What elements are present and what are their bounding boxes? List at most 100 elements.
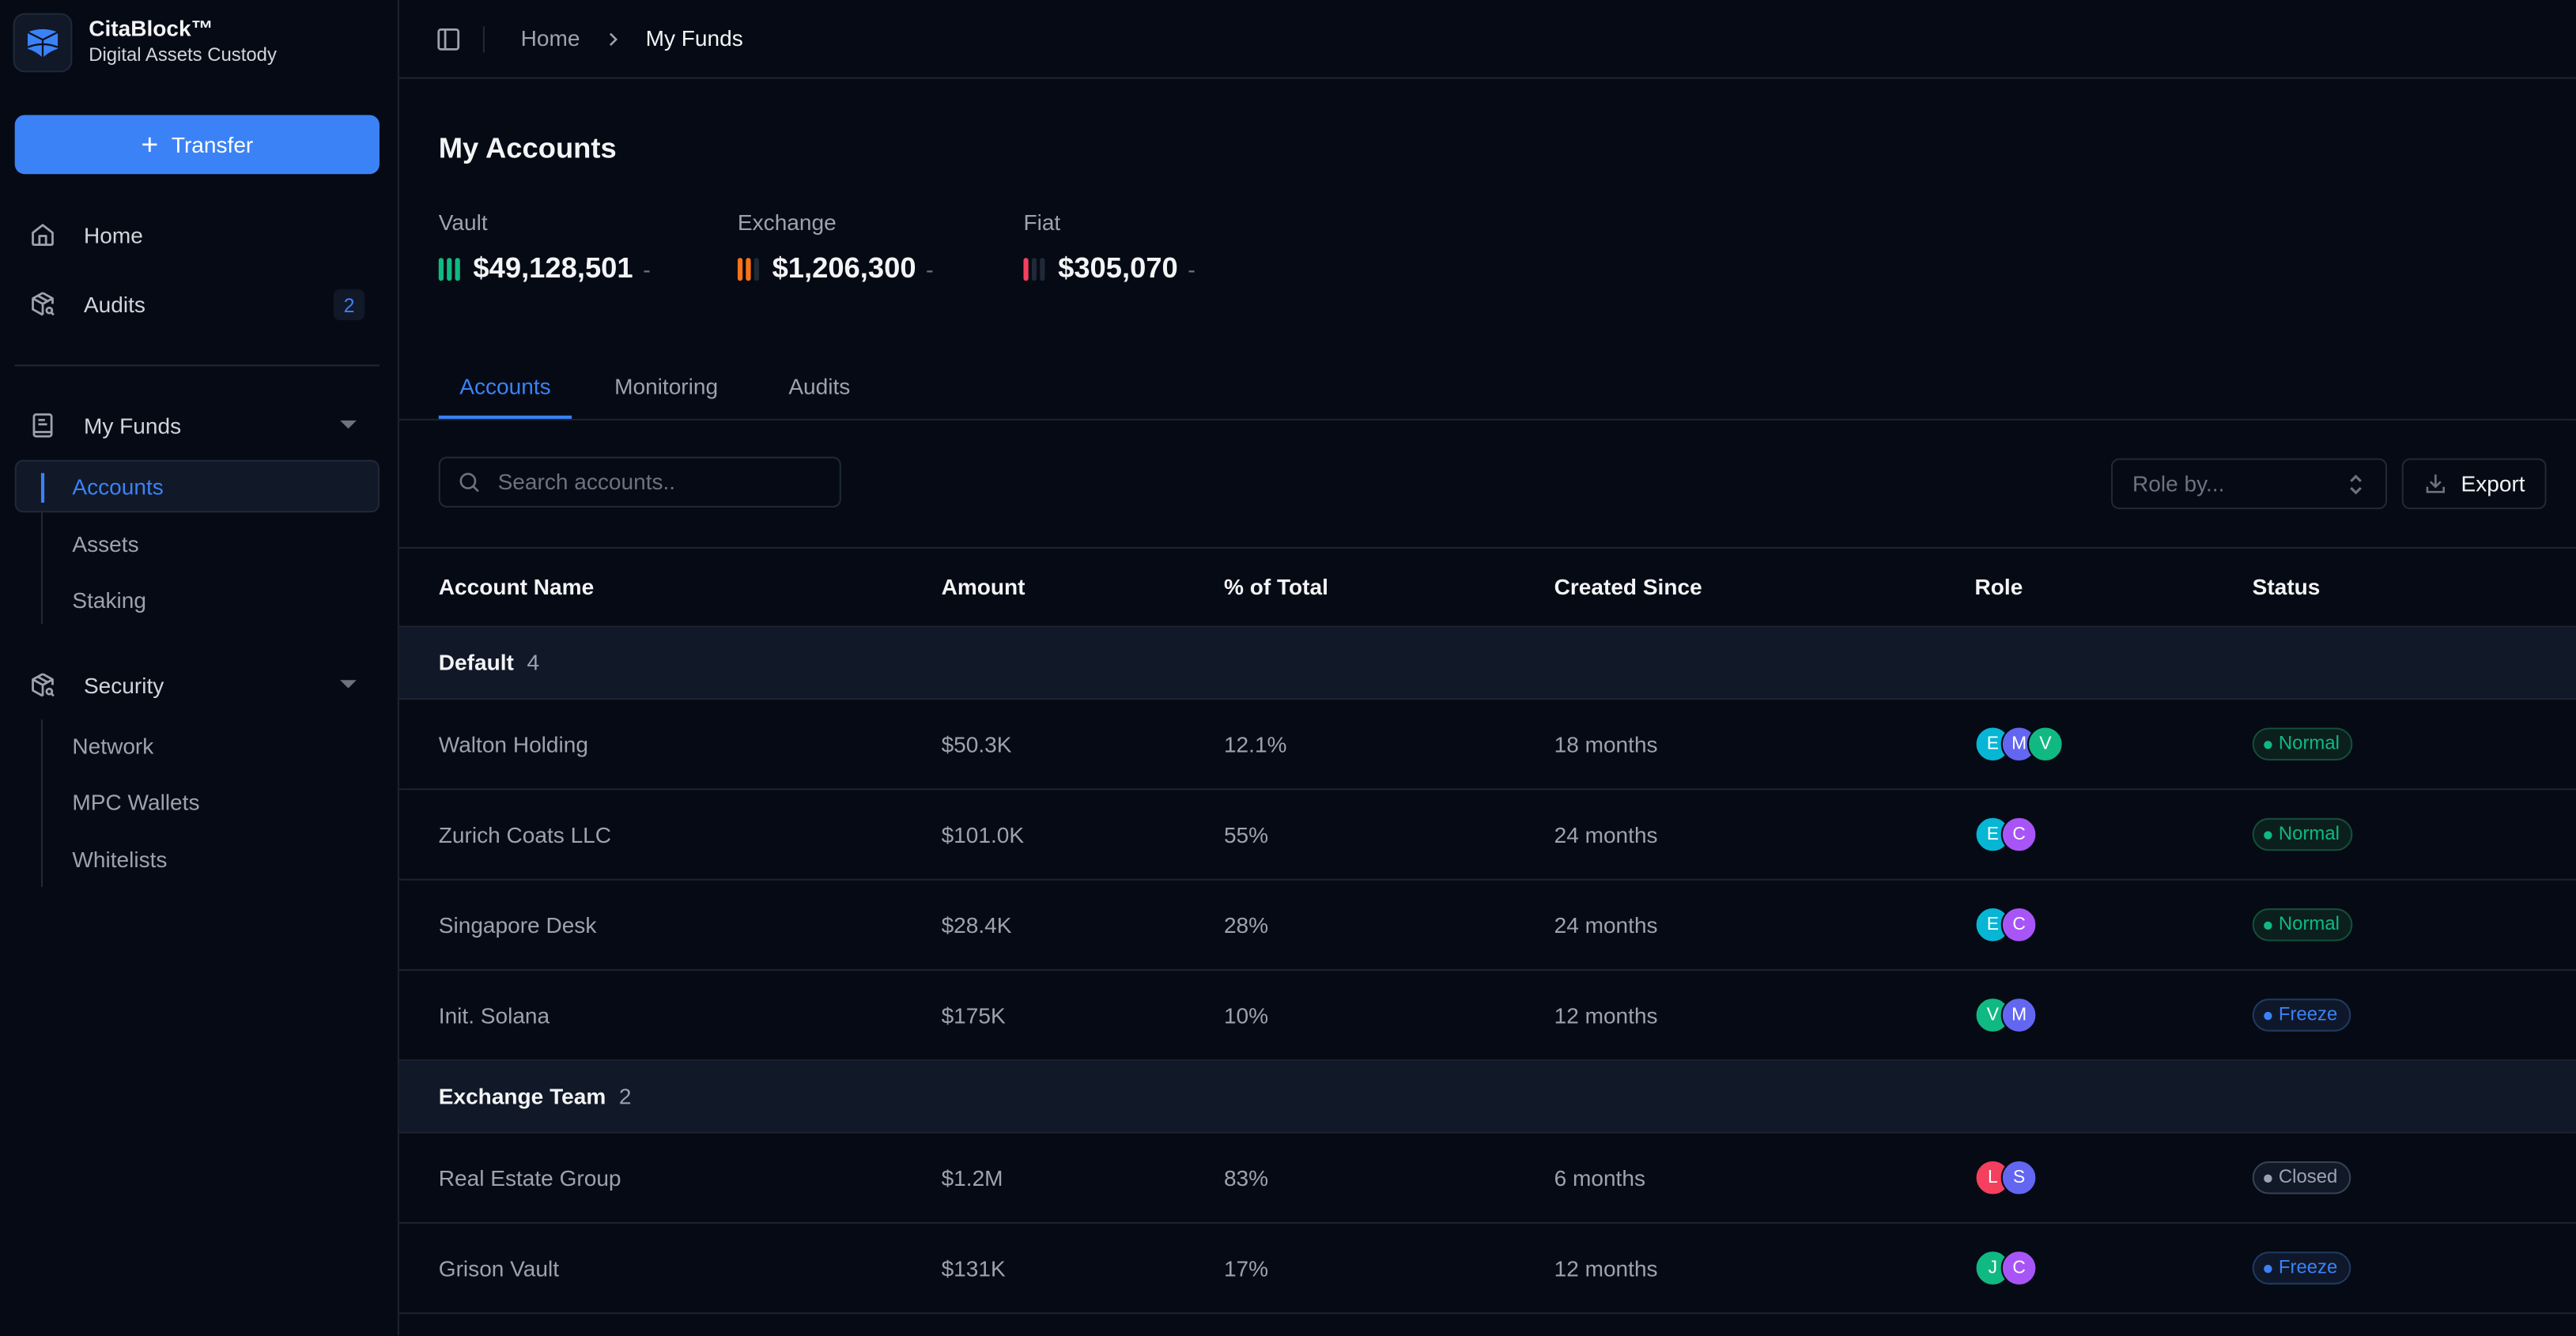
role-avatars: EC <box>1974 906 2038 943</box>
home-icon <box>28 220 57 249</box>
account-name[interactable]: Singapore Desk <box>439 881 597 969</box>
sidebar-item-network[interactable]: Network <box>15 719 380 772</box>
sidebar-group-my-funds[interactable]: My Funds <box>15 399 380 451</box>
breadcrumb-current: My Funds <box>645 26 743 51</box>
plus-icon: + <box>141 128 159 161</box>
accounts-table: Account Name Amount % of Total Created S… <box>398 546 2576 1315</box>
tab-accounts[interactable]: Accounts <box>438 358 572 419</box>
status-label: Freeze <box>2278 1258 2338 1278</box>
group-name: Default <box>438 650 514 675</box>
table-row[interactable]: Zurich Coats LLC $101.0K 55% 24 months E… <box>398 790 2576 881</box>
column-header-percent[interactable]: % of Total <box>1224 549 1328 626</box>
status-dot-icon <box>2264 830 2272 839</box>
chevron-down-icon[interactable] <box>340 680 357 689</box>
main-content: Home My Funds My Accounts Vault $49,128,… <box>398 0 2576 1335</box>
table-row[interactable]: Real Estate Group $1.2M 83% 6 months LS … <box>398 1134 2576 1224</box>
avatar: C <box>2000 906 2038 943</box>
status-dot-icon <box>2264 920 2272 929</box>
column-header-created[interactable]: Created Since <box>1554 549 1702 626</box>
account-name[interactable]: Init. Solana <box>439 971 550 1059</box>
level-bar <box>1040 257 1045 281</box>
column-header-amount[interactable]: Amount <box>942 549 1025 626</box>
created-since: 24 months <box>1554 821 1658 847</box>
group-row[interactable]: Default 4 <box>398 627 2576 700</box>
status-badge: Normal <box>2252 727 2353 761</box>
sidebar-item-whitelists[interactable]: Whitelists <box>15 832 380 885</box>
sidebar-item-home[interactable]: Home <box>15 209 380 261</box>
status-label: Closed <box>2278 1168 2338 1188</box>
group-count: 4 <box>527 650 540 675</box>
percent-of-total: 28% <box>1223 912 1269 938</box>
sidebar-item-label: Staking <box>72 587 146 612</box>
transfer-button[interactable]: + Transfer <box>14 115 380 175</box>
sidebar-toggle-icon[interactable] <box>436 25 462 51</box>
amount: $101.0K <box>941 821 1025 847</box>
group-row[interactable]: Exchange Team 2 <box>398 1061 2576 1134</box>
account-name[interactable]: Real Estate Group <box>439 1134 621 1222</box>
sidebar-divider <box>14 364 380 367</box>
status-dot-icon <box>2264 1010 2272 1020</box>
sidebar-item-accounts[interactable]: Accounts <box>14 459 380 513</box>
percent-of-total: 83% <box>1223 1165 1269 1191</box>
table-row[interactable]: Init. Solana $175K 10% 12 months VM Free… <box>398 971 2576 1062</box>
status-label: Normal <box>2278 915 2340 935</box>
sidebar-item-audits[interactable]: Audits 2 <box>15 277 380 330</box>
breadcrumb-home[interactable]: Home <box>521 26 580 51</box>
status-badge: Normal <box>2252 908 2353 942</box>
role-filter-select[interactable]: Role by... <box>2110 458 2388 510</box>
level-bar <box>746 257 751 281</box>
percent-of-total: 17% <box>1223 1255 1269 1281</box>
column-header-role[interactable]: Role <box>1975 549 2023 626</box>
toolbar-divider <box>482 25 485 52</box>
group-count: 2 <box>618 1084 632 1109</box>
amount: $50.3K <box>941 731 1012 757</box>
amount: $131K <box>941 1255 1006 1281</box>
status-label: Freeze <box>2278 1005 2338 1025</box>
search-field[interactable] <box>438 456 841 508</box>
sidebar-group-label: Security <box>83 672 164 698</box>
created-since: 6 months <box>1554 1165 1645 1191</box>
status-label: Normal <box>2278 734 2340 754</box>
sidebar-item-label: Network <box>72 733 154 758</box>
sidebar-group-security[interactable]: Security <box>15 659 380 711</box>
stat-trend: - <box>1188 255 1195 282</box>
created-since: 12 months <box>1554 1002 1658 1028</box>
export-button[interactable]: Export <box>2401 458 2547 510</box>
role-avatars: VM <box>1974 997 2038 1033</box>
percent-of-total: 12.1% <box>1223 731 1287 757</box>
chevron-down-icon[interactable] <box>340 420 357 429</box>
chevron-right-icon <box>603 28 623 48</box>
stat-label: Exchange <box>737 209 837 236</box>
status-badge: Closed <box>2252 1161 2351 1194</box>
stat-value: $1,206,300 <box>772 251 916 285</box>
level-bar <box>447 257 452 281</box>
tab-monitoring[interactable]: Monitoring <box>614 358 718 419</box>
active-indicator <box>40 473 44 503</box>
account-name[interactable]: Grison Vault <box>439 1224 559 1312</box>
top-bar: Home My Funds <box>398 0 2576 79</box>
group-name: Exchange Team <box>438 1084 606 1109</box>
avatar: C <box>2000 1250 2038 1286</box>
sidebar-item-label: MPC Wallets <box>72 789 200 814</box>
column-header-status[interactable]: Status <box>2253 549 2321 626</box>
stat-fiat: Fiat $305,070 - <box>1023 210 1195 286</box>
sidebar-item-assets[interactable]: Assets <box>15 518 380 570</box>
status-dot-icon <box>2264 1173 2272 1182</box>
sidebar-item-mpc-wallets[interactable]: MPC Wallets <box>15 776 380 828</box>
account-name[interactable]: Zurich Coats LLC <box>439 790 611 878</box>
account-name[interactable]: Walton Holding <box>439 700 588 788</box>
table-row[interactable]: Singapore Desk $28.4K 28% 24 months EC N… <box>398 881 2576 971</box>
avatar: C <box>2000 816 2038 853</box>
role-avatars: EC <box>1974 816 2038 853</box>
sidebar-item-label: Accounts <box>72 474 164 499</box>
tab-audits[interactable]: Audits <box>788 358 850 419</box>
sidebar-item-staking[interactable]: Staking <box>15 573 380 625</box>
column-header-account-name[interactable]: Account Name <box>439 549 594 626</box>
role-filter-placeholder: Role by... <box>2132 471 2225 496</box>
stat-value: $305,070 <box>1058 251 1178 285</box>
table-row[interactable]: Grison Vault $131K 17% 12 months JC Free… <box>398 1224 2576 1315</box>
stat-vault: Vault $49,128,501 - <box>438 210 651 286</box>
logo-icon <box>13 13 73 73</box>
table-row[interactable]: Walton Holding $50.3K 12.1% 18 months EM… <box>398 700 2576 791</box>
search-input[interactable] <box>494 468 830 496</box>
